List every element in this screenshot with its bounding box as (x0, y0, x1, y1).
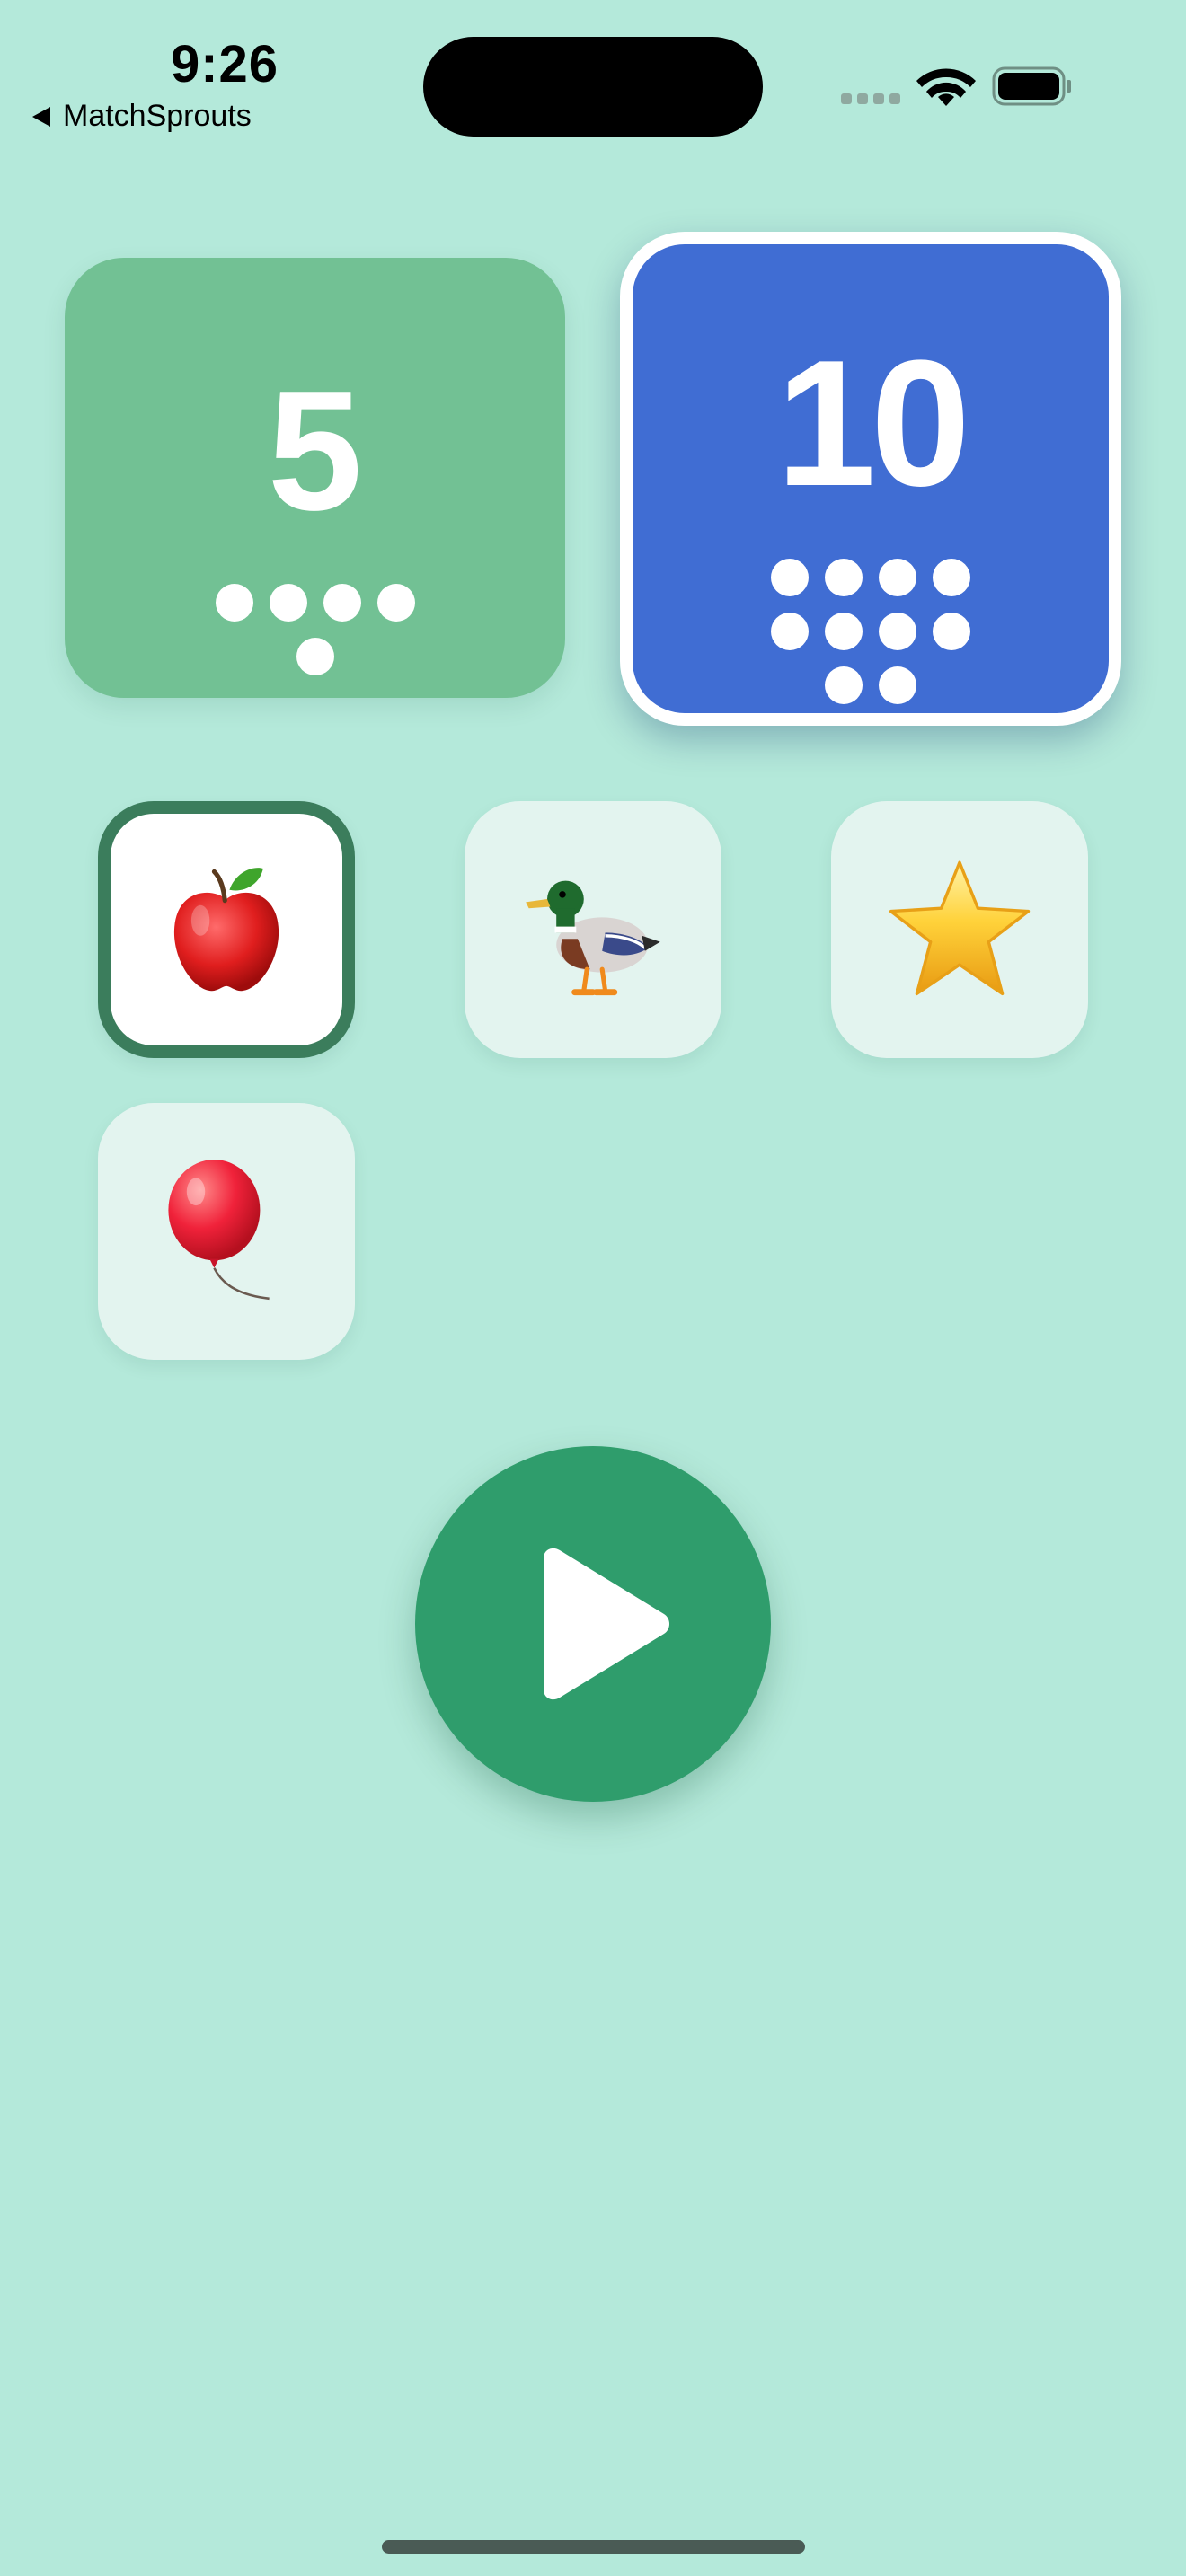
object-tile-apple[interactable] (98, 801, 355, 1058)
count-dots (633, 559, 1109, 704)
wifi-icon (916, 68, 976, 106)
dynamic-island (423, 37, 763, 137)
number-choice-5[interactable]: 5 (65, 258, 565, 698)
battery-icon (992, 66, 1071, 106)
number-choice-10[interactable]: 10 (620, 232, 1121, 726)
home-indicator[interactable] (382, 2540, 805, 2554)
play-icon (544, 1548, 669, 1700)
number-label: 10 (775, 323, 970, 524)
play-button[interactable] (415, 1446, 771, 1802)
number-label: 5 (267, 356, 363, 546)
duck-icon (526, 880, 660, 996)
object-tile-star[interactable] (831, 801, 1088, 1058)
object-tile-duck[interactable] (465, 801, 721, 1058)
object-tile-balloon[interactable] (98, 1103, 355, 1360)
signal-icon (841, 93, 900, 104)
back-arrow-icon (32, 106, 50, 127)
status-time: 9:26 (170, 35, 279, 93)
apple-icon (173, 868, 279, 992)
back-to-app-link[interactable]: MatchSprouts (32, 99, 252, 134)
count-dots (65, 584, 565, 675)
back-app-label: MatchSprouts (63, 99, 252, 133)
star-icon (889, 860, 1031, 996)
balloon-icon (168, 1160, 270, 1301)
